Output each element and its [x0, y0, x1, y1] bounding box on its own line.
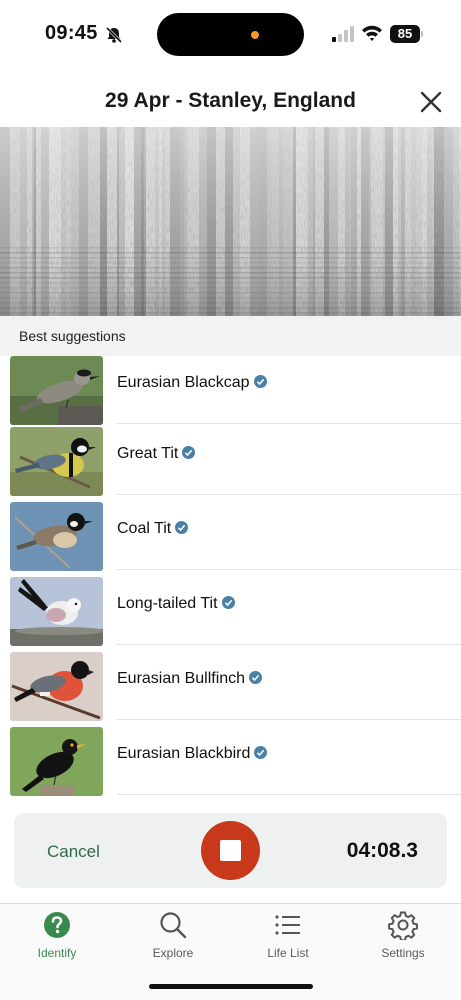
spectrogram [0, 127, 461, 316]
header: 29 Apr - Stanley, England [0, 78, 461, 126]
tab-label: Settings [381, 946, 425, 960]
list-item[interactable]: Eurasian Blackbird [0, 727, 461, 802]
list-icon [275, 915, 300, 935]
tab-identify[interactable]: Identify [7, 910, 107, 970]
list-item[interactable]: Long-tailed Tit [0, 577, 461, 652]
stop-button[interactable] [201, 821, 260, 880]
wifi-icon [362, 25, 382, 41]
verified-check-icon [253, 375, 267, 388]
species-name: Great Tit [117, 445, 196, 463]
cancel-button[interactable]: Cancel [47, 842, 100, 862]
list-item[interactable]: Great Tit [0, 427, 461, 502]
list-item[interactable]: Eurasian Blackcap [0, 356, 461, 431]
status-time: 09:45 [45, 22, 98, 44]
bird-photo [10, 577, 103, 646]
recording-timer: 04:08.3 [346, 839, 418, 862]
section-header: Best suggestions [0, 316, 461, 356]
status-bar: 09:45 85 [0, 0, 461, 70]
tab-label: Explore [152, 946, 194, 960]
spectrogram-graphic [0, 127, 461, 316]
home-indicator [149, 984, 313, 989]
species-name: Coal Tit [117, 520, 189, 538]
tab-life-list[interactable]: Life List [238, 910, 338, 970]
cellular-signal-icon [332, 26, 354, 42]
bird-photo [10, 502, 103, 571]
verified-check-icon [254, 746, 268, 759]
battery-level: 85 [390, 25, 420, 43]
silent-bell-icon [105, 26, 123, 44]
question-circle-icon [44, 912, 70, 938]
species-name: Eurasian Blackcap [117, 374, 267, 392]
species-name: Long-tailed Tit [117, 595, 235, 613]
dynamic-island [157, 13, 304, 56]
verified-check-icon [249, 671, 263, 684]
bird-photo [10, 727, 103, 796]
bird-photo [10, 427, 103, 496]
privacy-indicator-dot [251, 31, 259, 39]
search-icon [160, 912, 187, 939]
section-label: Best suggestions [19, 328, 126, 344]
verified-check-icon [175, 521, 189, 534]
bird-photo [10, 356, 103, 425]
stop-icon [220, 840, 241, 861]
verified-check-icon [221, 596, 235, 609]
verified-check-icon [182, 446, 196, 459]
battery-icon: 85 [390, 25, 423, 43]
species-name: Eurasian Blackbird [117, 745, 268, 763]
tab-explore[interactable]: Explore [123, 910, 223, 970]
list-item[interactable]: Eurasian Bullfinch [0, 652, 461, 727]
page-title: 29 Apr - Stanley, England [105, 89, 356, 112]
tab-settings[interactable]: Settings [353, 910, 453, 970]
close-icon[interactable] [417, 88, 445, 116]
bird-photo [10, 652, 103, 721]
recording-bar: Cancel 04:08.3 [14, 813, 447, 888]
list-item[interactable]: Coal Tit [0, 502, 461, 577]
gear-icon [388, 911, 418, 940]
tab-label: Identify [37, 946, 77, 960]
species-name: Eurasian Bullfinch [117, 670, 263, 688]
tab-label: Life List [267, 946, 309, 960]
